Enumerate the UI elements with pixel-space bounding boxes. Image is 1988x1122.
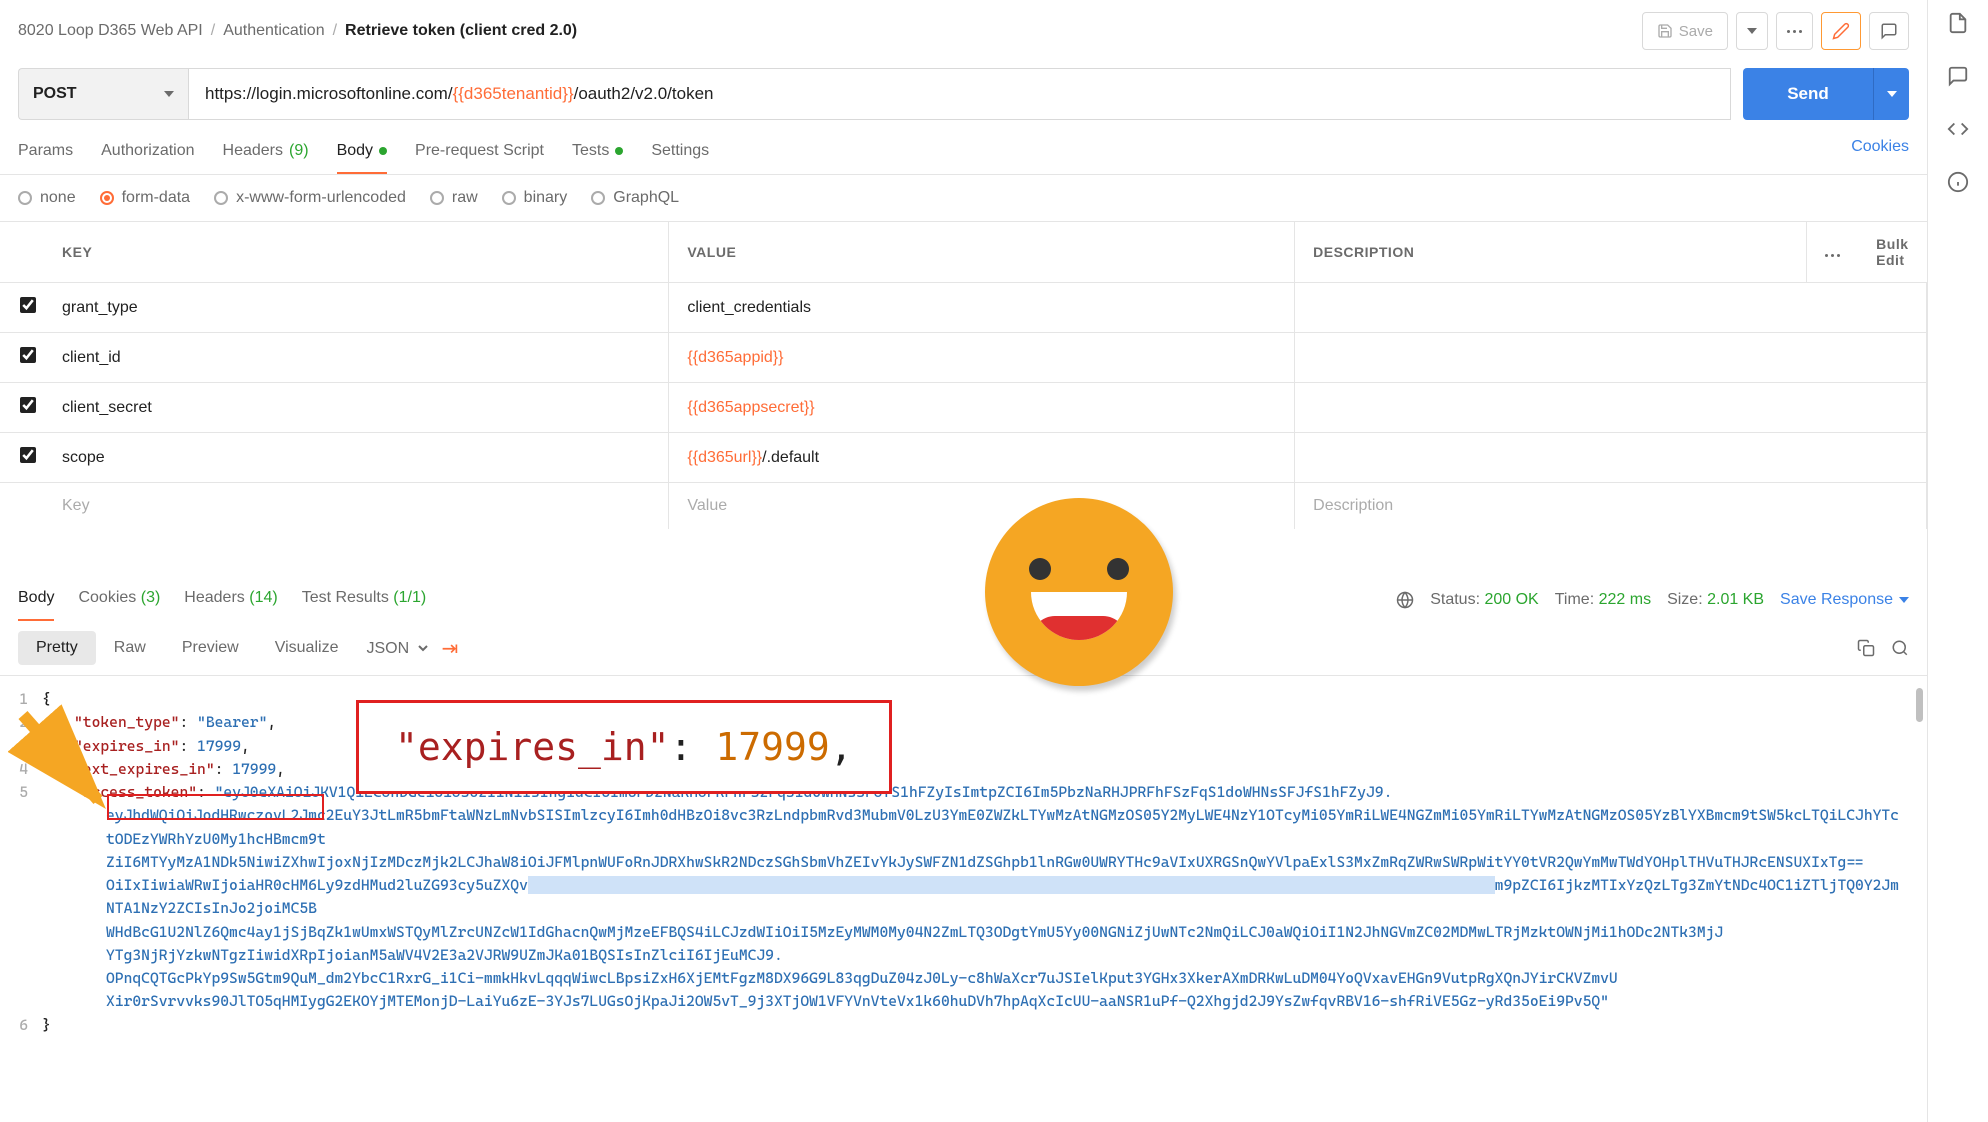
breadcrumb-request[interactable]: Retrieve token (client cred 2.0)	[345, 22, 577, 40]
scrollbar-thumb[interactable]	[1916, 688, 1923, 722]
tab-body[interactable]: Body	[337, 132, 387, 174]
row-value[interactable]: {{d365appsecret}}	[669, 383, 1295, 433]
view-pretty[interactable]: Pretty	[18, 631, 96, 665]
row-key[interactable]: client_secret	[44, 383, 669, 433]
row-key[interactable]: grant_type	[44, 283, 669, 333]
breadcrumb-collection[interactable]: 8020 Loop D365 Web API	[18, 22, 203, 40]
search-icon[interactable]	[1891, 639, 1909, 657]
row-value[interactable]: {{d365appid}}	[669, 333, 1295, 383]
sidebar-info-icon[interactable]	[1947, 171, 1969, 196]
row-value[interactable]: {{d365url}}/.default	[669, 433, 1295, 483]
row-checkbox[interactable]	[20, 297, 36, 313]
edit-button[interactable]	[1821, 12, 1861, 50]
new-value-input[interactable]: Value	[669, 483, 1295, 530]
breadcrumb-folder[interactable]: Authentication	[223, 22, 324, 40]
save-button[interactable]: Save	[1642, 12, 1728, 50]
method-select[interactable]: POST	[18, 68, 188, 120]
send-button[interactable]: Send	[1743, 68, 1873, 120]
row-value[interactable]: client_credentials	[669, 283, 1295, 333]
row-key[interactable]: scope	[44, 433, 669, 483]
col-value: VALUE	[669, 222, 1295, 283]
table-row[interactable]: scope{{d365url}}/.default	[0, 433, 1927, 483]
body-type-graphql[interactable]: GraphQL	[591, 189, 679, 207]
breadcrumb: 8020 Loop D365 Web API / Authentication …	[18, 22, 577, 40]
comment-button[interactable]	[1869, 12, 1909, 50]
row-checkbox[interactable]	[20, 397, 36, 413]
table-row[interactable]: client_secret{{d365appsecret}}	[0, 383, 1927, 433]
col-key: KEY	[44, 222, 669, 283]
tab-settings[interactable]: Settings	[651, 132, 709, 174]
tab-headers[interactable]: Headers (9)	[223, 132, 309, 174]
copy-icon[interactable]	[1857, 639, 1875, 657]
col-desc: DESCRIPTION	[1295, 222, 1807, 283]
send-dropdown[interactable]	[1873, 68, 1909, 120]
resp-tab-headers[interactable]: Headers (14)	[184, 579, 277, 621]
table-row[interactable]: grant_typeclient_credentials	[0, 283, 1927, 333]
new-desc-input[interactable]: Description	[1295, 483, 1927, 530]
save-icon	[1657, 23, 1673, 39]
body-type-formdata[interactable]: form-data	[100, 189, 190, 207]
line-wrap[interactable]: ⇥	[431, 631, 468, 665]
body-type-none[interactable]: none	[18, 189, 76, 207]
sidebar-doc-icon[interactable]	[1947, 12, 1969, 37]
save-dropdown[interactable]	[1736, 12, 1768, 50]
tab-tests[interactable]: Tests	[572, 132, 623, 174]
cookies-link[interactable]: Cookies	[1851, 138, 1909, 168]
row-desc[interactable]	[1295, 383, 1927, 433]
row-key[interactable]: client_id	[44, 333, 669, 383]
body-type-binary[interactable]: binary	[502, 189, 568, 207]
body-type-raw[interactable]: raw	[430, 189, 478, 207]
url-input[interactable]: https://login.microsoftonline.com/{{d365…	[188, 68, 1731, 120]
col-actions[interactable]	[1807, 222, 1859, 283]
resp-tab-cookies[interactable]: Cookies (3)	[78, 579, 160, 621]
table-row[interactable]: client_id{{d365appid}}	[0, 333, 1927, 383]
format-select[interactable]: JSON	[356, 631, 431, 665]
view-preview[interactable]: Preview	[164, 631, 257, 665]
save-response[interactable]: Save Response	[1780, 591, 1909, 609]
sidebar-code-icon[interactable]	[1947, 118, 1969, 143]
new-key-input[interactable]: Key	[44, 483, 669, 530]
row-desc[interactable]	[1295, 333, 1927, 383]
view-raw[interactable]: Raw	[96, 631, 164, 665]
tab-authorization[interactable]: Authorization	[101, 132, 194, 174]
comment-icon	[1880, 22, 1898, 40]
pencil-icon	[1832, 22, 1850, 40]
row-checkbox[interactable]	[20, 447, 36, 463]
more-actions[interactable]	[1776, 12, 1813, 50]
bulk-edit[interactable]: Bulk Edit	[1858, 222, 1926, 283]
response-body[interactable]: 1{ 2"token_type": "Bearer", 3"expires_in…	[0, 676, 1927, 1122]
sidebar-comment-icon[interactable]	[1947, 65, 1969, 90]
view-visualize[interactable]: Visualize	[257, 631, 357, 665]
row-checkbox[interactable]	[20, 347, 36, 363]
tab-params[interactable]: Params	[18, 132, 73, 174]
body-type-urlencoded[interactable]: x-www-form-urlencoded	[214, 189, 406, 207]
emoji-overlay	[985, 498, 1173, 686]
resp-tab-body[interactable]: Body	[18, 579, 54, 621]
row-desc[interactable]	[1295, 283, 1927, 333]
globe-icon	[1396, 591, 1414, 609]
tab-prerequest[interactable]: Pre-request Script	[415, 132, 544, 174]
row-desc[interactable]	[1295, 433, 1927, 483]
resp-tab-tests[interactable]: Test Results (1/1)	[302, 579, 427, 621]
